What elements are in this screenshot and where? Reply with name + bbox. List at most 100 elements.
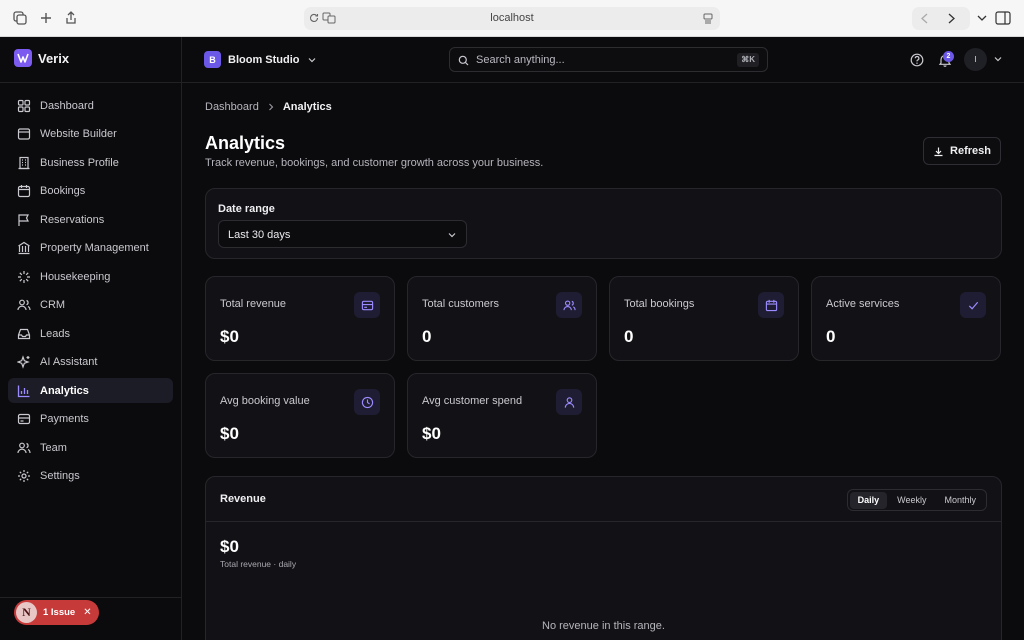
- page-subtitle: Track revenue, bookings, and customer gr…: [205, 157, 544, 169]
- grid-icon: [17, 99, 31, 112]
- workspace-name: Bloom Studio: [228, 53, 300, 66]
- sidebar-item-dashboard[interactable]: Dashboard: [8, 93, 173, 118]
- sidebar-item-crm[interactable]: CRM: [8, 293, 173, 318]
- sidebar-item-payments[interactable]: Payments: [8, 407, 173, 432]
- workspace-switcher[interactable]: B Bloom Studio: [204, 51, 317, 68]
- sidebar-item-housekeeping[interactable]: Housekeeping: [8, 264, 173, 289]
- sidebar-item-team[interactable]: Team: [8, 435, 173, 460]
- address-bar[interactable]: localhost: [304, 7, 720, 30]
- stat-card-active-services: Active services 0: [811, 276, 1001, 361]
- browser-toolbar: localhost: [0, 0, 1024, 37]
- tab-daily[interactable]: Daily: [849, 491, 888, 509]
- team-icon: [17, 442, 31, 453]
- flag-icon: [18, 213, 29, 226]
- chevron-down-icon[interactable]: [976, 12, 988, 24]
- refresh-button[interactable]: Refresh: [923, 137, 1001, 165]
- sidebar-item-label: CRM: [40, 299, 66, 311]
- sidebar-item-label: Property Management: [40, 242, 149, 254]
- brand[interactable]: Verix: [14, 49, 69, 67]
- close-icon[interactable]: ✕: [83, 607, 91, 618]
- sidebar-item-label: Website Builder: [40, 128, 117, 140]
- tab-monthly[interactable]: Monthly: [936, 492, 984, 509]
- sidebar-item-label: Team: [40, 441, 67, 454]
- chevron-down-icon: [308, 57, 315, 62]
- sidebar-toggle-icon[interactable]: [995, 11, 1011, 25]
- revenue-divider: [206, 521, 1001, 522]
- sparkles-icon: [17, 355, 30, 369]
- stat-card-total-revenue: Total revenue $0: [205, 276, 395, 361]
- sidebar-item-label: Reservations: [40, 213, 105, 226]
- revenue-caption: Total revenue · daily: [220, 559, 297, 569]
- revenue-period-tabs: Daily Weekly Monthly: [846, 489, 987, 511]
- history-nav: [912, 7, 970, 30]
- sidebar-item-property-management[interactable]: Property Management: [8, 236, 173, 261]
- stat-card-avg-customer-spend: Avg customer spend $0: [407, 373, 597, 458]
- sidebar-item-leads[interactable]: Leads: [8, 321, 173, 346]
- top-bar: B Bloom Studio Search anything... ⌘K 2 I: [182, 37, 1024, 83]
- chevron-down-icon[interactable]: [993, 54, 1003, 64]
- sidebar-item-label: Leads: [40, 327, 70, 340]
- sidebar-item-reservations[interactable]: Reservations: [8, 207, 173, 232]
- date-range-select[interactable]: Last 30 days: [218, 220, 467, 248]
- stat-value: $0: [220, 424, 239, 443]
- breadcrumb-dashboard[interactable]: Dashboard: [205, 101, 259, 113]
- search-placeholder: Search anything...: [476, 54, 565, 66]
- workspace-badge: B: [204, 51, 221, 68]
- tab-weekly[interactable]: Weekly: [889, 492, 934, 509]
- clock-icon: [354, 389, 380, 415]
- sidebar-divider: [0, 82, 181, 83]
- sidebar-item-ai-assistant[interactable]: AI Assistant: [8, 350, 173, 375]
- stat-card-avg-booking-value: Avg booking value $0: [205, 373, 395, 458]
- forward-icon[interactable]: [946, 13, 956, 24]
- page-title: Analytics: [205, 133, 286, 153]
- sidebar-item-label: Settings: [40, 470, 80, 482]
- chevron-right-icon: [268, 103, 274, 111]
- sidebar-item-bookings[interactable]: Bookings: [8, 179, 173, 204]
- notification-count-badge: 2: [943, 51, 954, 62]
- check-icon: [960, 292, 986, 318]
- sidebar-item-analytics[interactable]: Analytics: [8, 378, 173, 403]
- revenue-title: Revenue: [220, 493, 266, 505]
- help-icon[interactable]: [910, 53, 924, 67]
- calendar-icon: [758, 292, 784, 318]
- users-icon: [17, 299, 31, 311]
- issue-badge[interactable]: N 1 Issue ✕: [14, 600, 99, 625]
- calendar-icon: [17, 185, 31, 198]
- breadcrumb: Dashboard Analytics: [205, 101, 332, 113]
- search-input[interactable]: Search anything... ⌘K: [449, 47, 768, 72]
- refresh-label: Refresh: [950, 145, 991, 157]
- user-icon: [556, 389, 582, 415]
- sparkle-burst-icon: [18, 270, 30, 283]
- stat-value: 0: [826, 327, 836, 346]
- users-icon: [556, 292, 582, 318]
- nextjs-logo-icon: N: [16, 602, 37, 623]
- stat-label: Total revenue: [220, 298, 287, 310]
- stat-label: Avg customer spend: [422, 395, 523, 407]
- date-range-card: Date range Last 30 days: [205, 188, 1002, 259]
- new-tab-icon[interactable]: [38, 10, 54, 26]
- back-icon[interactable]: [920, 13, 930, 24]
- credit-card-icon: [354, 292, 380, 318]
- reader-icon[interactable]: [702, 12, 714, 24]
- sidebar-item-label: Dashboard: [40, 99, 94, 112]
- sidebar-item-label: Payments: [40, 413, 89, 425]
- sidebar-item-label: Housekeeping: [40, 270, 111, 283]
- sidebar-item-settings[interactable]: Settings: [8, 464, 173, 489]
- stat-label: Total bookings: [624, 298, 695, 310]
- search-shortcut: ⌘K: [737, 53, 759, 67]
- sidebar-item-business-profile[interactable]: Business Profile: [8, 150, 173, 175]
- brand-name: Verix: [38, 50, 70, 66]
- bank-icon: [18, 241, 30, 255]
- tabs-overview-icon[interactable]: [12, 10, 28, 26]
- verix-logo-icon: [14, 49, 32, 67]
- avatar[interactable]: I: [964, 48, 987, 71]
- stat-card-total-customers: Total customers 0: [407, 276, 597, 361]
- revenue-empty-message: No revenue in this range.: [542, 620, 665, 632]
- download-icon: [934, 147, 943, 156]
- revenue-card: Revenue Daily Weekly Monthly $0 Total re…: [205, 476, 1002, 640]
- stat-value: 0: [624, 327, 634, 346]
- sidebar-item-website-builder[interactable]: Website Builder: [8, 122, 173, 147]
- sidebar-nav: Dashboard Website Builder Business Profi…: [8, 93, 173, 492]
- share-icon[interactable]: [63, 10, 79, 26]
- stat-card-total-bookings: Total bookings 0: [609, 276, 799, 361]
